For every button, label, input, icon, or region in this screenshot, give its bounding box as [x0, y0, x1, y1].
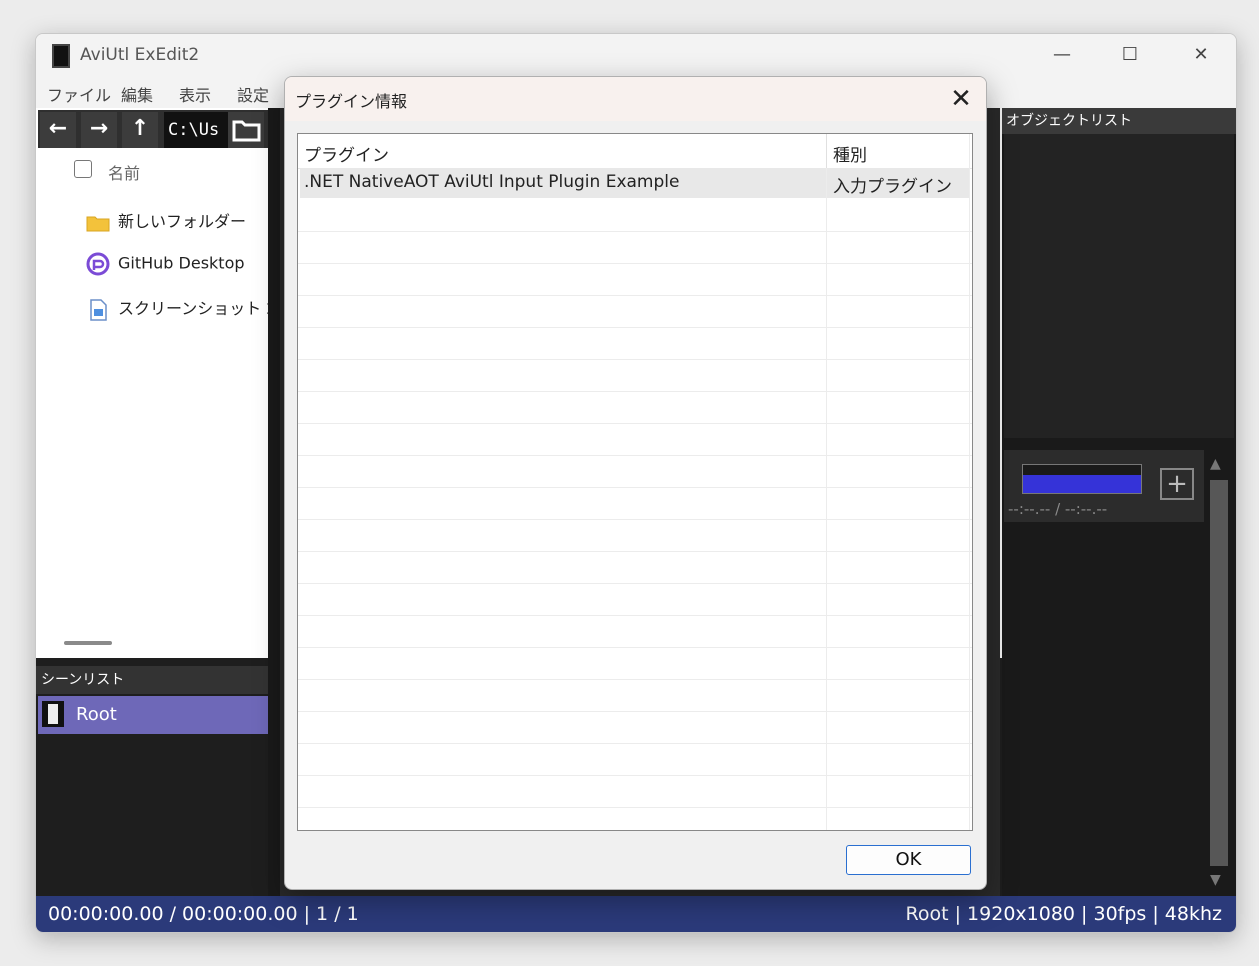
- row-gridline: [298, 775, 972, 776]
- column-gridline: [826, 168, 827, 830]
- row-gridline: [298, 487, 972, 488]
- row-gridline: [298, 711, 972, 712]
- row-gridline: [298, 263, 972, 264]
- preview-player: + --:--.-- / --:--.--: [1004, 450, 1204, 522]
- up-button[interactable]: ↑: [122, 112, 158, 148]
- menu-edit[interactable]: 編集: [121, 82, 153, 106]
- row-gridline: [298, 647, 972, 648]
- path-field[interactable]: C:\Us: [164, 112, 228, 148]
- open-folder-button[interactable]: [228, 112, 264, 148]
- name-column-header[interactable]: 名前: [108, 160, 140, 184]
- scroll-up-arrow-icon[interactable]: ▲: [1210, 456, 1221, 472]
- right-panel: オブジェクトリスト + --:--.-- / --:--.-- ▲ ▼: [1002, 108, 1236, 896]
- image-file-icon: [90, 298, 107, 321]
- forward-button[interactable]: →: [81, 112, 117, 148]
- file-list-item[interactable]: 新しいフォルダー: [86, 208, 246, 232]
- scene-list-item[interactable]: Root: [38, 696, 268, 734]
- scroll-down-arrow-icon[interactable]: ▼: [1210, 872, 1221, 888]
- table-row[interactable]: .NET NativeAOT AviUtl Input Plugin Examp…: [300, 168, 969, 198]
- scene-list-item-label: Root: [76, 704, 117, 725]
- plugin-name-cell: .NET NativeAOT AviUtl Input Plugin Examp…: [304, 172, 680, 192]
- title-bar: AviUtl ExEdit2 — ☐ ✕: [36, 34, 1236, 76]
- github-desktop-icon: [86, 252, 110, 276]
- volume-meter: [1022, 464, 1142, 494]
- folder-icon: [232, 120, 261, 142]
- plugin-info-dialog: プラグイン情報 ✕ プラグイン 種別 .NET NativeAOT AviUtl…: [284, 76, 987, 890]
- object-list-header: オブジェクトリスト: [1002, 108, 1236, 134]
- row-gridline: [298, 359, 972, 360]
- status-bar: 00:00:00.00 / 00:00:00.00 | 1 / 1 Root |…: [36, 896, 1236, 932]
- row-gridline: [298, 615, 972, 616]
- back-button[interactable]: ←: [40, 112, 76, 148]
- file-browser-toolbar: ← → ↑ C:\Us: [38, 110, 268, 148]
- window-title: AviUtl ExEdit2: [80, 45, 200, 65]
- file-list-item-label: GitHub Desktop: [118, 253, 245, 273]
- row-gridline: [298, 743, 972, 744]
- add-button[interactable]: +: [1160, 468, 1194, 500]
- horizontal-scrollbar[interactable]: [64, 641, 112, 645]
- row-gridline: [298, 551, 972, 552]
- menu-view[interactable]: 表示: [179, 82, 211, 106]
- menu-settings[interactable]: 設定: [237, 82, 269, 106]
- row-gridline: [298, 583, 972, 584]
- column-gridline: [969, 134, 970, 830]
- object-list[interactable]: [1004, 134, 1234, 438]
- row-gridline: [298, 295, 972, 296]
- folder-icon: [86, 216, 110, 231]
- row-gridline: [298, 391, 972, 392]
- column-header-type[interactable]: 種別: [833, 141, 867, 166]
- row-gridline: [298, 679, 972, 680]
- file-list-item[interactable]: GitHub Desktop: [86, 252, 245, 276]
- minimize-button[interactable]: —: [1042, 42, 1082, 68]
- row-gridline: [298, 519, 972, 520]
- file-list-item-label: 新しいフォルダー: [118, 212, 247, 231]
- row-gridline: [298, 327, 972, 328]
- row-gridline: [298, 807, 972, 808]
- column-divider[interactable]: [826, 134, 827, 168]
- menu-file[interactable]: ファイル: [47, 82, 111, 106]
- panel-divider[interactable]: [268, 108, 280, 896]
- file-list-item[interactable]: スクリーンショット 202: [86, 295, 297, 322]
- dialog-close-button[interactable]: ✕: [945, 83, 977, 115]
- film-icon: [42, 701, 64, 727]
- select-all-checkbox[interactable]: [74, 160, 92, 178]
- row-gridline: [298, 231, 972, 232]
- close-button[interactable]: ✕: [1181, 42, 1221, 68]
- plugin-list[interactable]: プラグイン 種別 .NET NativeAOT AviUtl Input Plu…: [297, 133, 973, 831]
- column-header-plugin[interactable]: プラグイン: [304, 141, 389, 166]
- row-gridline: [298, 455, 972, 456]
- file-browser-panel: ← → ↑ C:\Us 名前 新しいフォルダー GitHub Desktop ス…: [36, 108, 297, 658]
- scene-list-header: シーンリスト: [36, 666, 268, 694]
- dialog-title-bar: プラグイン情報 ✕: [285, 77, 986, 121]
- ok-button[interactable]: OK: [846, 845, 971, 875]
- plugin-type-cell: 入力プラグイン: [833, 177, 952, 197]
- status-info: Root | 1920x1080 | 30fps | 48khz: [905, 903, 1222, 925]
- vertical-scrollbar-thumb[interactable]: [1210, 480, 1228, 866]
- maximize-button[interactable]: ☐: [1110, 42, 1150, 68]
- plugin-list-header: プラグイン 種別: [298, 134, 972, 169]
- status-time: 00:00:00.00 / 00:00:00.00 | 1 / 1: [48, 903, 359, 925]
- row-gridline: [298, 423, 972, 424]
- dialog-title: プラグイン情報: [295, 92, 408, 111]
- player-time: --:--.-- / --:--.--: [1008, 500, 1108, 518]
- app-icon: [52, 44, 70, 68]
